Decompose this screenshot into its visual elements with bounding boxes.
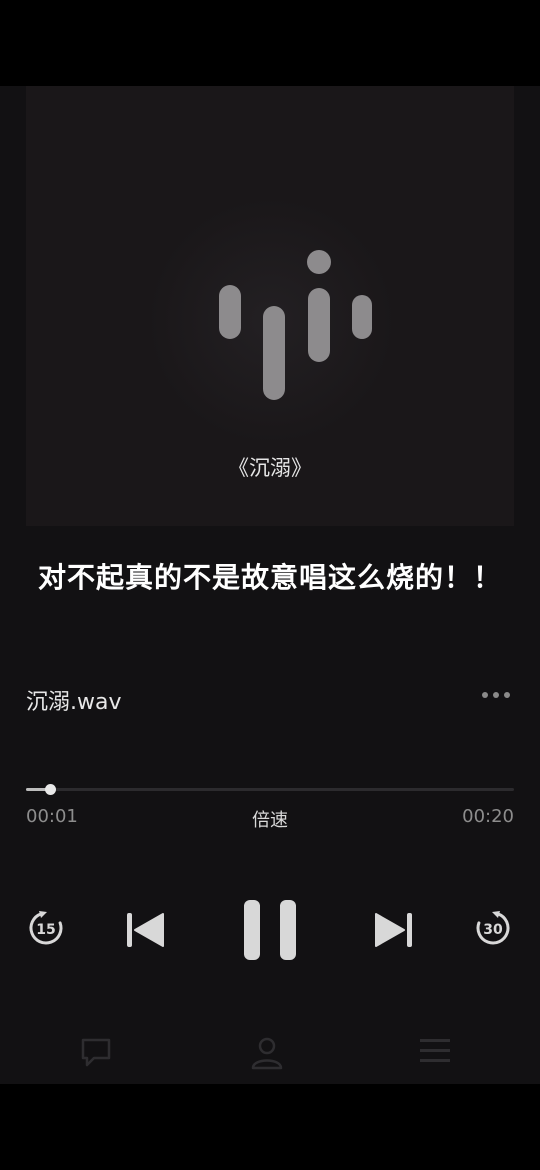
menu-icon: [420, 1039, 450, 1062]
rewind-seconds-label: 15: [36, 922, 55, 938]
playback-speed-button[interactable]: 倍速: [0, 806, 540, 832]
album-title: 《沉溺》: [228, 456, 312, 480]
tab-chat[interactable]: [80, 1036, 112, 1068]
rewind-15-button[interactable]: 15: [26, 908, 66, 948]
more-button[interactable]: [478, 686, 514, 704]
total-duration: 00:20: [462, 806, 514, 827]
previous-icon: [127, 913, 164, 947]
track-file-name: 沉溺.wav: [26, 690, 122, 715]
video-caption: 对不起真的不是故意唱这么烧的！！: [37, 561, 502, 594]
next-icon: [375, 913, 412, 947]
forward-30-button[interactable]: 30: [473, 908, 513, 948]
tab-menu[interactable]: [418, 1036, 452, 1066]
tab-profile[interactable]: [250, 1036, 284, 1070]
player-screen: 《沉溺》 对不起真的不是故意唱这么烧的！！ 沉溺.wav 00:01 倍速 00…: [0, 86, 540, 1084]
pause-icon: [244, 900, 296, 960]
previous-button[interactable]: [125, 910, 165, 950]
pause-button[interactable]: [242, 898, 298, 962]
podcast-logo-icon: [219, 250, 379, 400]
next-button[interactable]: [374, 910, 414, 950]
chat-icon: [81, 1038, 111, 1067]
profile-icon: [251, 1037, 283, 1070]
album-artwork: 《沉溺》: [26, 86, 514, 526]
progress-thumb[interactable]: [45, 784, 57, 795]
forward-30-icon: 30: [476, 911, 510, 945]
progress-bar[interactable]: [26, 784, 514, 795]
forward-seconds-label: 30: [483, 922, 503, 938]
rewind-15-icon: 15: [29, 911, 63, 945]
